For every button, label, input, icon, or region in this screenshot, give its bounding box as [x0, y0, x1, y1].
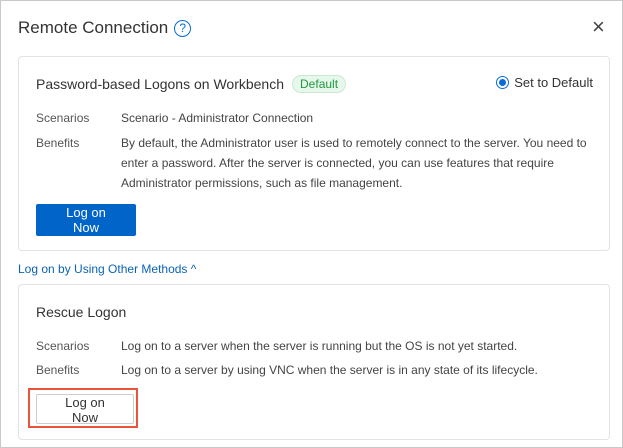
- benefits-label: Benefits: [36, 363, 80, 377]
- scenarios-label: Scenarios: [36, 339, 90, 353]
- set-default-radio[interactable]: Set to Default: [496, 75, 593, 90]
- rescue-title: Rescue Logon: [36, 304, 127, 320]
- other-methods-label: Log on by Using Other Methods: [18, 262, 188, 276]
- rescue-scenarios-row: Scenarios Log on to a server when the ser…: [36, 336, 596, 356]
- card-title-text: Password-based Logons on Workbench: [36, 76, 285, 92]
- benefits-label: Benefits: [36, 136, 80, 150]
- benefits-value: By default, the Administrator user is us…: [121, 136, 587, 190]
- benefits-row: Benefits By default, the Administrator us…: [36, 133, 596, 193]
- benefits-value: Log on to a server by using VNC when the…: [121, 363, 538, 377]
- scenarios-row: Scenarios Scenario - Administrator Connec…: [36, 108, 596, 128]
- log-on-now-button[interactable]: Log on Now: [36, 204, 136, 236]
- set-default-label: Set to Default: [514, 75, 593, 90]
- radio-checked-icon[interactable]: [496, 76, 510, 89]
- password-logon-card: Password-based Logons on Workbench Defaul…: [18, 56, 610, 251]
- card-title: Password-based Logons on Workbench Defaul…: [36, 75, 347, 93]
- dialog-title-text: Remote Connection: [18, 18, 169, 37]
- rescue-benefits-row: Benefits Log on to a server by using VNC …: [36, 360, 596, 380]
- chevron-up-icon: ^: [190, 262, 197, 276]
- close-icon[interactable]: ×: [592, 16, 605, 38]
- highlight-box: [28, 388, 138, 428]
- default-badge: Default: [292, 75, 347, 93]
- scenarios-label: Scenarios: [36, 111, 90, 125]
- dialog-title: Remote Connection?: [18, 18, 192, 38]
- scenarios-value: Scenario - Administrator Connection: [121, 111, 314, 125]
- scenarios-value: Log on to a server when the server is ru…: [121, 339, 518, 353]
- other-methods-toggle[interactable]: Log on by Using Other Methods ^: [18, 262, 196, 276]
- help-icon[interactable]: ?: [174, 19, 192, 37]
